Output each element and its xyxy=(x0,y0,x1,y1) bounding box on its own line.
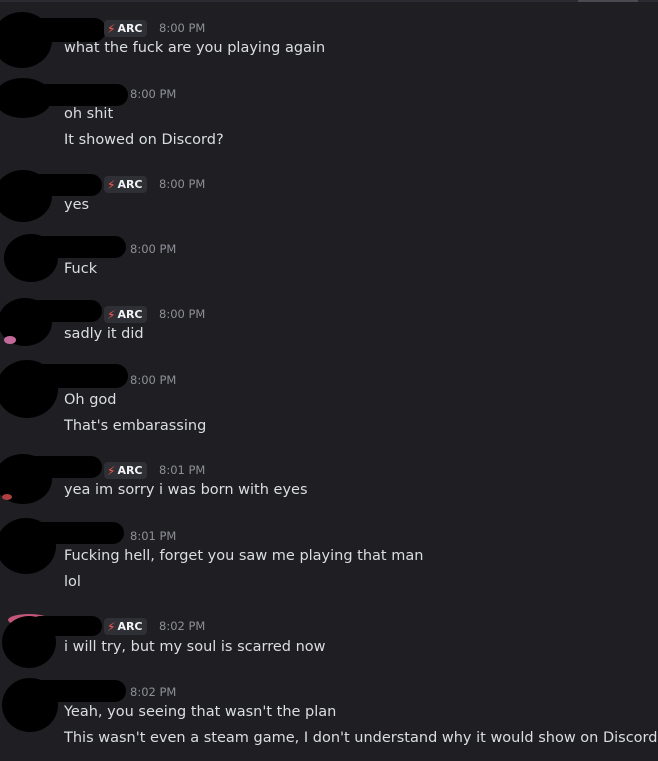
chat-message[interactable]: 8:02 PM Yeah, you seeing that wasn't the… xyxy=(0,678,658,758)
chat-message[interactable]: 8:01 PM Fucking hell, forget you saw me … xyxy=(0,518,658,598)
message-timestamp[interactable]: 8:00 PM xyxy=(159,21,205,35)
redacted-username xyxy=(30,84,128,106)
redacted-username xyxy=(30,236,126,258)
message-text: Fuck xyxy=(64,261,98,277)
message-timestamp[interactable]: 8:02 PM xyxy=(130,685,176,699)
message-text: This wasn't even a steam game, I don't u… xyxy=(64,730,658,746)
chat-message[interactable]: ⚡ ARC 8:00 PM sadly it did xyxy=(0,298,658,350)
chat-message[interactable]: ⚡ ARC 8:02 PM i will try, but my soul is… xyxy=(0,612,658,668)
redacted-username xyxy=(30,680,126,702)
chat-message[interactable]: ⚡ ARC 8:00 PM what the fuck are you play… xyxy=(0,8,658,68)
role-tag[interactable]: ⚡ ARC xyxy=(104,306,147,323)
message-text: sadly it did xyxy=(64,326,144,342)
message-timestamp[interactable]: 8:00 PM xyxy=(130,373,176,387)
role-tag[interactable]: ⚡ ARC xyxy=(104,20,147,37)
redacted-username xyxy=(26,456,102,478)
avatar-fragment xyxy=(4,336,16,344)
role-tag[interactable]: ⚡ ARC xyxy=(104,462,147,479)
message-timestamp[interactable]: 8:00 PM xyxy=(159,307,205,321)
redacted-username xyxy=(28,364,128,388)
lightning-bolt-icon: ⚡ xyxy=(107,307,116,322)
redacted-username xyxy=(20,18,106,42)
role-tag[interactable]: ⚡ ARC xyxy=(104,618,147,635)
top-divider xyxy=(0,0,658,2)
message-timestamp[interactable]: 8:01 PM xyxy=(130,529,176,543)
lightning-bolt-icon: ⚡ xyxy=(107,619,116,634)
redacted-username xyxy=(28,522,124,544)
message-text: Fucking hell, forget you saw me playing … xyxy=(64,548,424,564)
message-text: i will try, but my soul is scarred now xyxy=(64,639,326,655)
lightning-bolt-icon: ⚡ xyxy=(107,21,116,36)
message-text: It showed on Discord? xyxy=(64,132,224,148)
role-tag[interactable]: ⚡ ARC xyxy=(104,176,147,193)
role-tag-label: ARC xyxy=(117,464,143,477)
message-text: lol xyxy=(64,574,81,590)
message-timestamp[interactable]: 8:00 PM xyxy=(130,242,176,256)
message-text: That's embarassing xyxy=(64,418,207,434)
redacted-username xyxy=(26,300,102,322)
message-text: oh shit xyxy=(64,106,114,122)
message-text: yes xyxy=(64,197,90,213)
chat-message[interactable]: 8:00 PM Fuck xyxy=(0,234,658,286)
role-tag-label: ARC xyxy=(117,308,143,321)
message-text: Yeah, you seeing that wasn't the plan xyxy=(64,704,337,720)
chat-message[interactable]: ⚡ ARC 8:00 PM yes xyxy=(0,170,658,222)
message-text: what the fuck are you playing again xyxy=(64,40,326,56)
redacted-username xyxy=(30,174,102,196)
role-tag-label: ARC xyxy=(117,178,143,191)
chat-message[interactable]: ⚡ ARC 8:01 PM yea im sorry i was born wi… xyxy=(0,452,658,506)
role-tag-label: ARC xyxy=(117,22,143,35)
message-timestamp[interactable]: 8:00 PM xyxy=(130,87,176,101)
chat-message[interactable]: 8:00 PM Oh god That's embarassing xyxy=(0,360,658,440)
role-tag-label: ARC xyxy=(117,620,143,633)
message-timestamp[interactable]: 8:02 PM xyxy=(159,619,205,633)
chat-message[interactable]: 8:00 PM oh shit It showed on Discord? xyxy=(0,78,658,154)
message-timestamp[interactable]: 8:01 PM xyxy=(159,463,205,477)
avatar-fragment xyxy=(2,494,12,500)
redacted-username xyxy=(30,616,102,636)
message-text: yea im sorry i was born with eyes xyxy=(64,482,308,498)
lightning-bolt-icon: ⚡ xyxy=(107,177,116,192)
message-text: Oh god xyxy=(64,392,117,408)
message-timestamp[interactable]: 8:00 PM xyxy=(159,177,205,191)
lightning-bolt-icon: ⚡ xyxy=(107,463,116,478)
